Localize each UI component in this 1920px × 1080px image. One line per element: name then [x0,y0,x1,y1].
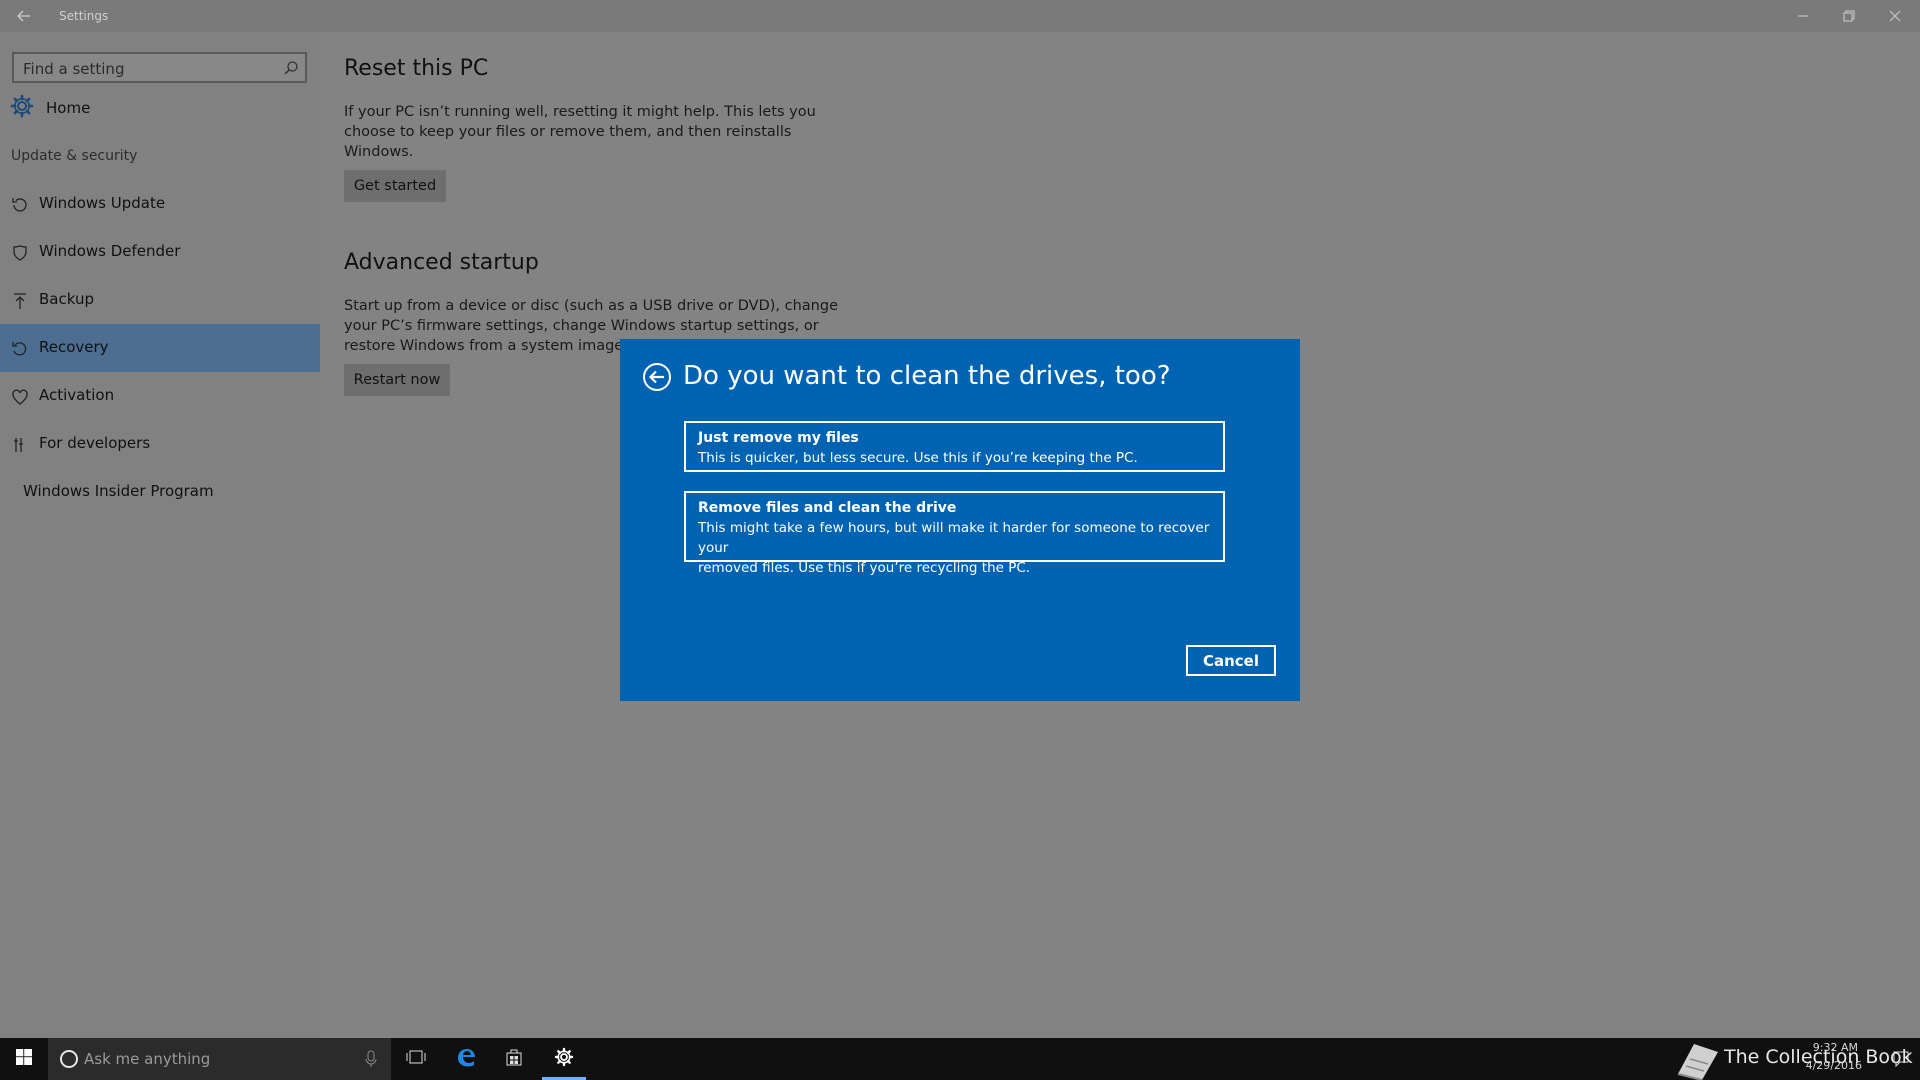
sidebar-item-windows-insider[interactable]: Windows Insider Program [0,468,320,516]
search-placeholder: Find a setting [23,60,125,78]
upload-icon [10,291,30,311]
sidebar-item-label: Windows Insider Program [23,482,214,500]
title-bar: Settings [0,0,1920,32]
sidebar-item-for-developers[interactable]: For developers [0,420,320,468]
gear-icon [554,1047,574,1071]
cortana-icon [60,1050,78,1068]
start-button[interactable] [0,1038,48,1080]
taskbar: Ask me anything The Collection Book 9:32… [0,1038,1920,1080]
option-description: removed files. Use this if you’re recycl… [698,560,1031,576]
search-input[interactable]: Find a setting [12,52,307,83]
search-icon[interactable] [283,60,299,76]
task-view-icon [406,1049,426,1069]
heart-check-icon [10,387,30,407]
action-center-icon[interactable] [1892,1050,1910,1068]
back-arrow-icon[interactable] [14,6,34,26]
option-description: This is quicker, but less secure. Use th… [698,450,1138,466]
clean-drives-dialog: Do you want to clean the drives, too? Ju… [620,339,1300,701]
sidebar-item-windows-update[interactable]: Windows Update [0,180,320,228]
restore-button[interactable] [1826,0,1872,32]
store-button[interactable] [490,1038,538,1080]
gear-icon [10,94,34,122]
window-title: Settings [59,9,109,23]
microphone-icon[interactable] [365,1050,377,1068]
back-circle-icon[interactable] [642,362,672,392]
sidebar-item-label: Backup [39,290,94,308]
dialog-title: Do you want to clean the drives, too? [683,361,1171,391]
cortana-placeholder: Ask me anything [84,1050,211,1068]
reset-title: Reset this PC [344,56,489,81]
home-link[interactable]: Home [10,94,91,122]
sidebar-item-label: For developers [39,434,151,452]
home-label: Home [46,99,91,117]
clock-time[interactable]: 9:32 AM [1813,1041,1858,1054]
shield-icon [10,243,30,263]
sidebar-item-activation[interactable]: Activation [0,372,320,420]
option-description: This might take a few hours, but will ma… [698,520,1210,556]
system-tray: The Collection Book 9:32 AM 4/29/2016 [1660,1038,1920,1080]
settings-taskbar-button[interactable] [540,1038,588,1080]
edge-button[interactable] [442,1038,490,1080]
history-icon [10,339,30,359]
section-heading: Update & security [11,148,138,164]
sidebar-item-recovery[interactable]: Recovery [0,324,320,372]
advanced-startup-title: Advanced startup [344,250,539,275]
tools-icon [10,435,30,455]
option-title: Remove files and clean the drive [698,500,957,516]
sidebar-item-label: Recovery [39,338,109,356]
task-view-button[interactable] [392,1038,440,1080]
reset-description: If your PC isn’t running well, resetting… [344,104,816,160]
store-icon [504,1047,524,1071]
minimize-button[interactable] [1780,0,1826,32]
cancel-button[interactable]: Cancel [1186,645,1276,676]
sidebar: Find a setting Home Update & security Wi… [0,32,320,1038]
option-remove-and-clean[interactable]: Remove files and clean the drive This mi… [684,491,1225,576]
cortana-search-box[interactable]: Ask me anything [48,1038,391,1080]
restart-now-button[interactable]: Restart now [344,364,450,396]
option-title: Just remove my files [698,430,859,446]
clock-date[interactable]: 4/29/2016 [1806,1059,1862,1072]
option-just-remove-files[interactable]: Just remove my files This is quicker, bu… [684,421,1225,472]
book-logo-icon [1668,1038,1728,1080]
edge-icon [455,1046,477,1072]
sidebar-item-windows-defender[interactable]: Windows Defender [0,228,320,276]
close-button[interactable] [1872,0,1918,32]
windows-logo-icon [16,1049,32,1069]
sidebar-item-label: Windows Defender [39,242,181,260]
get-started-button[interactable]: Get started [344,170,446,202]
refresh-icon [10,195,30,215]
sidebar-item-label: Activation [39,386,115,404]
sidebar-item-backup[interactable]: Backup [0,276,320,324]
sidebar-item-label: Windows Update [39,194,166,212]
